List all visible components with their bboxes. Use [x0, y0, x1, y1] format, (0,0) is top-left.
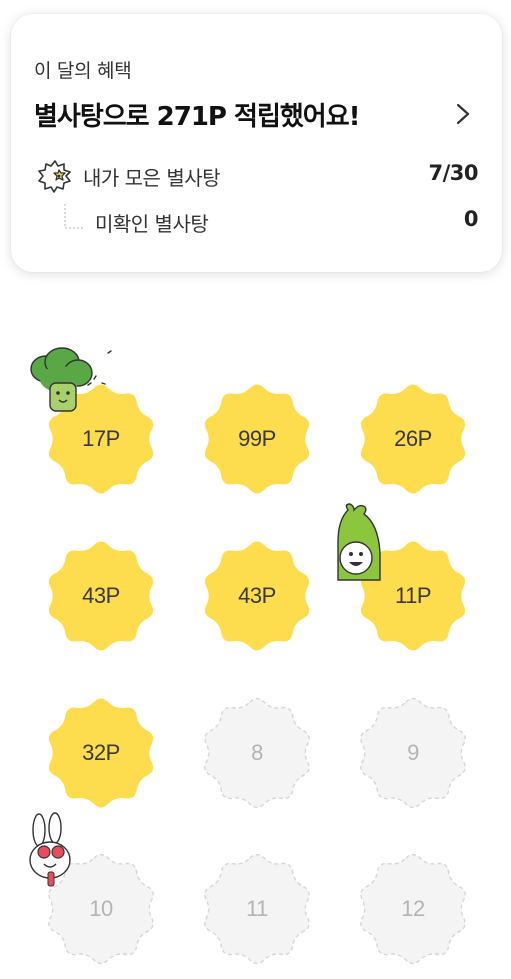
star-candy-label: 43P: [82, 583, 120, 608]
star-candy-label: 12: [401, 896, 425, 921]
unchecked-count: 0: [463, 207, 479, 231]
card-title: 별사탕으로 271P 적립했어요!: [34, 102, 360, 132]
star-candy-label: 26P: [394, 426, 432, 451]
collected-count: 7/30: [428, 161, 478, 185]
earned-star-candy[interactable]: 26P: [355, 383, 471, 495]
green-character-icon: [337, 503, 381, 581]
earned-star-candy[interactable]: 32P: [43, 697, 159, 809]
broccoli-character-icon: [30, 347, 112, 412]
earned-star-candy[interactable]: 43P: [199, 540, 315, 652]
card-subtitle: 이 달의 혜택: [34, 60, 132, 82]
locked-star-candy[interactable]: 9: [355, 697, 471, 809]
benefit-summary-card[interactable]: 이 달의 혜택 별사탕으로 271P 적립했어요! 내가 모은 별사탕 7/30…: [11, 14, 502, 272]
collected-row: 내가 모은 별사탕 7/30: [11, 158, 502, 194]
earned-star-candy[interactable]: 43P: [43, 540, 159, 652]
star-candy-label: 8: [251, 740, 263, 765]
chevron-right-icon[interactable]: [451, 100, 475, 128]
tree-connector-icon: [64, 204, 85, 229]
star-candy-label: 9: [407, 740, 419, 765]
locked-star-candy[interactable]: 12: [355, 853, 471, 965]
star-candy-label: 32P: [82, 740, 120, 765]
star-candy-label: 43P: [238, 583, 276, 608]
locked-star-candy[interactable]: 8: [199, 697, 315, 809]
star-candy-icon: [38, 160, 71, 193]
collected-label: 내가 모은 별사탕: [83, 166, 221, 190]
page: 이 달의 혜택 별사탕으로 271P 적립했어요! 내가 모은 별사탕 7/30…: [0, 0, 511, 979]
star-candy-label: 99P: [238, 426, 276, 451]
earned-star-candy[interactable]: 99P: [199, 383, 315, 495]
locked-star-candy[interactable]: 11: [199, 853, 315, 965]
unchecked-label: 미확인 별사탕: [95, 212, 209, 236]
rabbit-character-icon: [29, 812, 71, 887]
unchecked-row: 미확인 별사탕 0: [11, 204, 502, 240]
star-candy-label: 11: [246, 896, 268, 921]
